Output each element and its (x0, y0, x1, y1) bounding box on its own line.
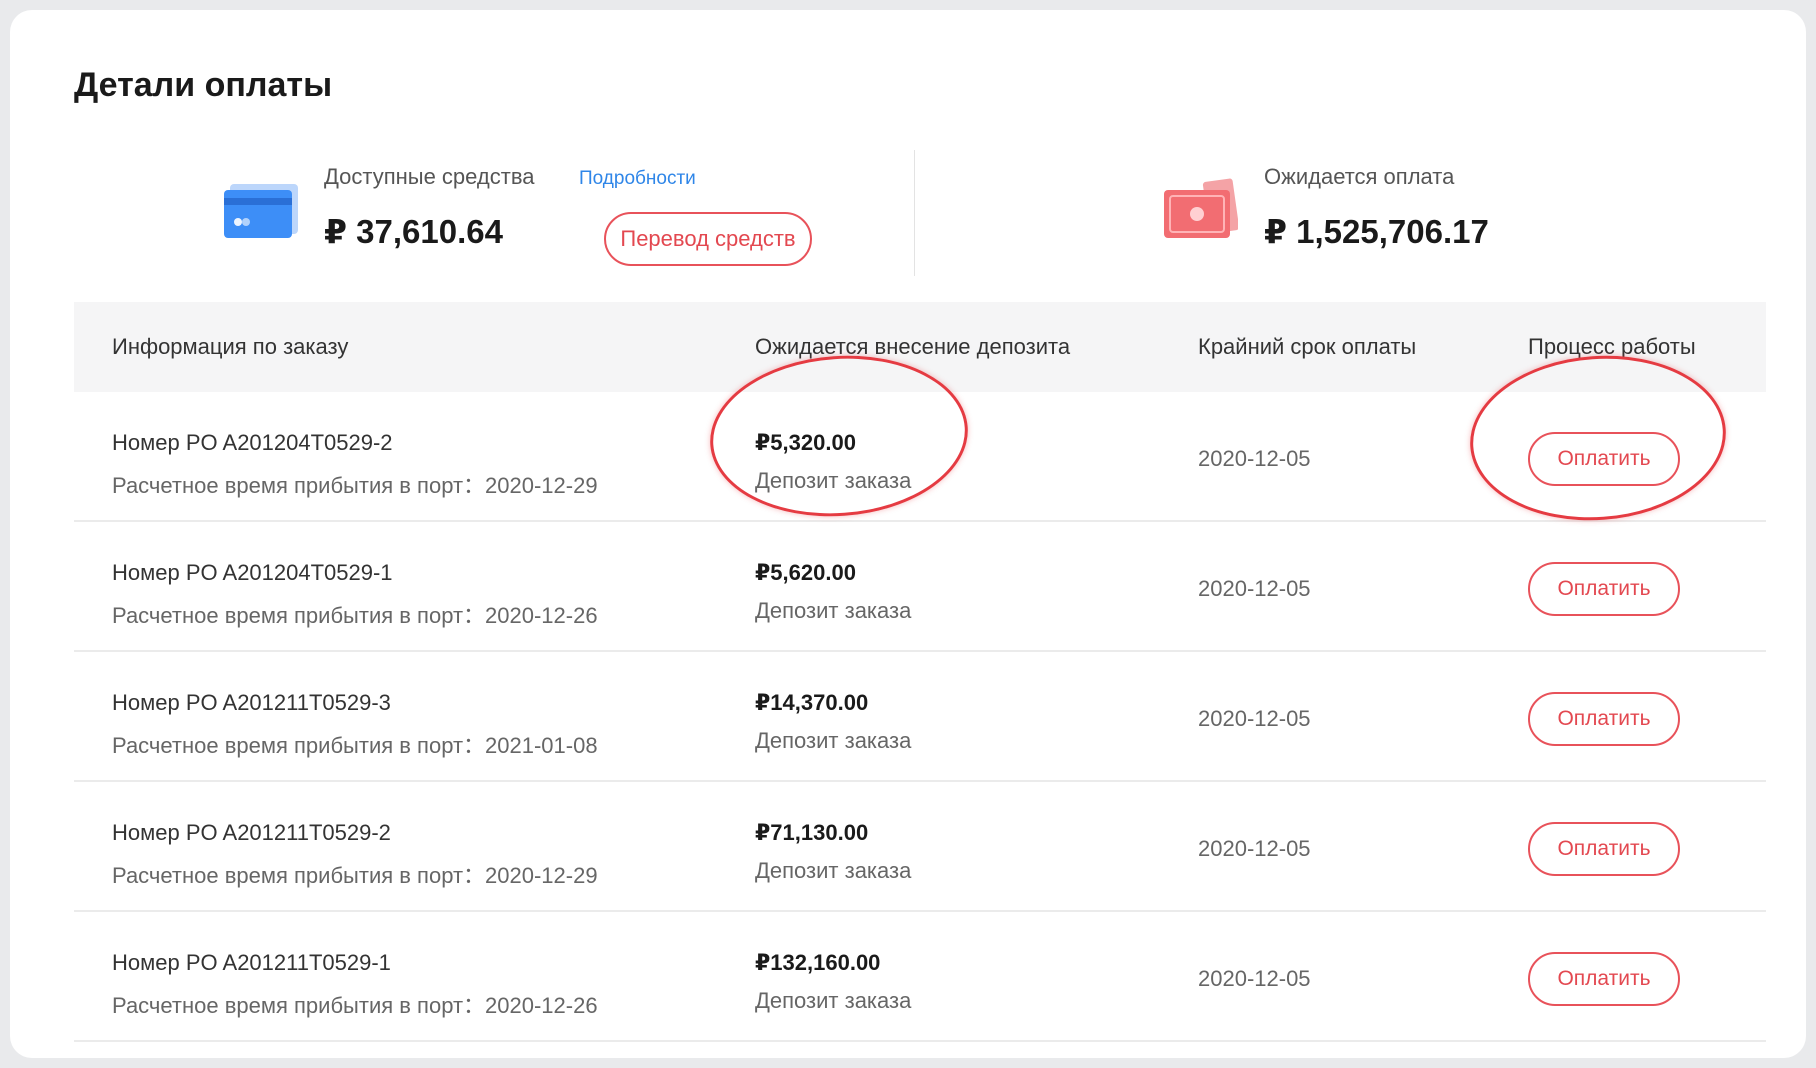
available-funds-amount: ₽ 37,610.64 (324, 213, 503, 250)
eta-date: Расчетное время прибытия в порт：2020-12-… (112, 993, 598, 1018)
po-number: Номер PO A201211T0529-1 (112, 950, 391, 975)
table-row: Номер PO A201211T0529-3 Расчетное время … (74, 652, 1766, 782)
po-number: Номер PO A201204T0529-2 (112, 430, 393, 455)
deposit-type: Депозит заказа (755, 598, 912, 623)
credit-card-icon (224, 184, 298, 238)
deposit-amount: ₽71,130.00 (755, 820, 869, 845)
table-row: Номер PO A201211T0529-1 Расчетное время … (74, 912, 1766, 1042)
table-row: Номер PO A201211T0529-2 Расчетное время … (74, 782, 1766, 912)
eta-date: Расчетное время прибытия в порт：2020-12-… (112, 603, 598, 628)
deposit-amount: ₽5,620.00 (755, 560, 856, 585)
pay-button[interactable]: Оплатить (1528, 952, 1680, 1006)
eta-date: Расчетное время прибытия в порт：2020-12-… (112, 863, 598, 888)
details-link[interactable]: Подробности (579, 168, 696, 190)
deposit-amount: ₽132,160.00 (755, 950, 881, 975)
balance-summary: Доступные средства Подробности ₽ 37,610.… (74, 150, 1756, 278)
deposit-amount: ₽5,320.00 (755, 430, 856, 455)
due-date: 2020-12-05 (1198, 836, 1311, 861)
header-order-info: Информация по заказу (112, 334, 349, 359)
header-expected-deposit: Ожидается внесение депозита (755, 334, 1071, 359)
header-workflow: Процесс работы (1528, 334, 1696, 359)
table-header: Информация по заказу Ожидается внесение … (74, 302, 1766, 392)
po-number: Номер PO A201211T0529-3 (112, 690, 391, 715)
available-funds-label: Доступные средства (324, 164, 535, 189)
transfer-funds-button[interactable]: Перевод средств (604, 212, 812, 266)
pending-payment-amount: ₽ 1,525,706.17 (1264, 213, 1489, 250)
orders-table: Информация по заказу Ожидается внесение … (74, 302, 1766, 1042)
summary-divider (914, 150, 915, 276)
deposit-type: Депозит заказа (755, 468, 912, 493)
deposit-amount: ₽14,370.00 (755, 690, 869, 715)
pay-button[interactable]: Оплатить (1528, 562, 1680, 616)
due-date: 2020-12-05 (1198, 966, 1311, 991)
header-payment-deadline: Крайний срок оплаты (1198, 334, 1417, 359)
pay-button[interactable]: Оплатить (1528, 692, 1680, 746)
cash-icon (1164, 178, 1238, 238)
eta-date: Расчетное время прибытия в порт：2020-12-… (112, 473, 598, 498)
pending-payment-label: Ожидается оплата (1264, 164, 1455, 189)
po-number: Номер PO A201211T0529-2 (112, 820, 391, 845)
payment-details-card: Детали оплаты Доступные средства Подробн… (10, 10, 1806, 1058)
deposit-type: Депозит заказа (755, 988, 912, 1013)
table-row: Номер PO A201204T0529-1 Расчетное время … (74, 522, 1766, 652)
due-date: 2020-12-05 (1198, 446, 1311, 471)
pay-button[interactable]: Оплатить (1528, 822, 1680, 876)
pending-payment-block: Ожидается оплата ₽ 1,525,706.17 (1164, 150, 1724, 278)
eta-date: Расчетное время прибытия в порт：2021-01-… (112, 733, 598, 758)
pay-button[interactable]: Оплатить (1528, 432, 1680, 486)
po-number: Номер PO A201204T0529-1 (112, 560, 393, 585)
due-date: 2020-12-05 (1198, 576, 1311, 601)
due-date: 2020-12-05 (1198, 706, 1311, 731)
available-funds-block: Доступные средства Подробности ₽ 37,610.… (224, 150, 824, 278)
page-title: Детали оплаты (74, 66, 333, 104)
deposit-type: Депозит заказа (755, 728, 912, 753)
table-row: Номер PO A201204T0529-2 Расчетное время … (74, 392, 1766, 522)
deposit-type: Депозит заказа (755, 858, 912, 883)
